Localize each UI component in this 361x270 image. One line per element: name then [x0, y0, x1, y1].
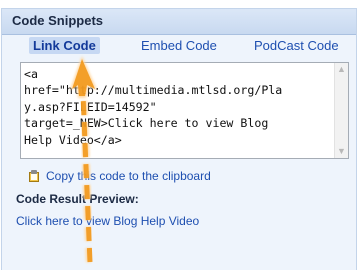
scroll-up-icon[interactable]: ▲	[335, 63, 348, 76]
code-line: y.asp?FILEID=14592"	[24, 99, 157, 114]
code-line: <a	[24, 67, 38, 81]
tab-podcast-code[interactable]: PodCast Code	[254, 38, 339, 53]
code-text: <a href="http://multimedia.mtlsd.org/Pla y…	[24, 66, 330, 148]
tab-embed-code[interactable]: Embed Code	[141, 38, 217, 53]
result-preview-link[interactable]: Click here to view Blog Help Video	[16, 214, 199, 228]
copy-link-label: Copy this code to the clipboard	[46, 169, 211, 183]
copy-to-clipboard-link[interactable]: Copy this code to the clipboard	[28, 169, 211, 183]
panel-title: Code Snippets	[12, 13, 104, 28]
tab-link-code[interactable]: Link Code	[29, 37, 100, 54]
code-line: Help Video</a>	[24, 132, 122, 147]
code-line: target=_NEW>Click here to view Blog	[24, 116, 269, 131]
code-line: href="http://multimedia.mtlsd.org/Pla	[24, 83, 283, 98]
code-result-heading: Code Result Preview:	[16, 192, 139, 206]
code-textarea[interactable]: <a href="http://multimedia.mtlsd.org/Pla y…	[20, 62, 349, 159]
scroll-down-icon[interactable]: ▼	[335, 145, 348, 158]
vertical-scrollbar[interactable]: ▲ ▼	[334, 63, 348, 158]
clipboard-icon	[28, 170, 40, 182]
panel-header: Code Snippets	[2, 9, 356, 35]
